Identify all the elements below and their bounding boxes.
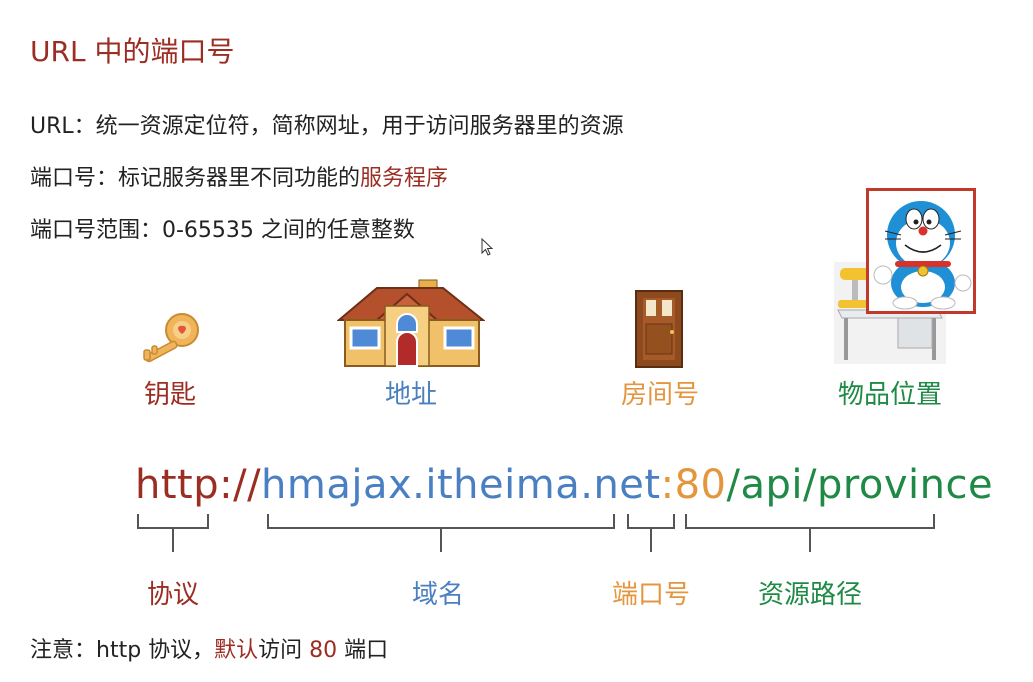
key-icon	[143, 313, 199, 363]
port-definition: 端口号：标记服务器里不同功能的服务程序	[30, 160, 448, 192]
port-brace	[627, 514, 675, 552]
note-port-highlight: 80	[309, 638, 338, 663]
analogy-label-key: 钥匙	[143, 380, 196, 410]
part-label-domain: 域名	[411, 580, 464, 610]
note-prefix: 注意：http 协议，	[30, 638, 215, 663]
analogy-label-address: 地址	[384, 380, 437, 410]
house-icon	[337, 279, 485, 367]
analogy-label-room-number: 房间号	[620, 380, 699, 410]
url-definition: URL：统一资源定位符，简称网址，用于访问服务器里的资源	[30, 114, 624, 139]
mouse-cursor-icon	[481, 238, 494, 256]
url-port: :80	[660, 462, 727, 508]
protocol-brace	[137, 514, 209, 552]
page-title: URL 中的端口号	[30, 35, 235, 68]
port-definition-highlight: 服务程序	[360, 166, 449, 191]
doraemon-icon	[873, 201, 972, 310]
port-definition-text: 端口号：标记服务器里不同功能的	[30, 166, 361, 191]
analogy-label-item-location: 物品位置	[837, 380, 942, 410]
path-brace	[685, 514, 935, 552]
note-suffix: 端口	[337, 638, 389, 663]
part-label-resource-path: 资源路径	[757, 580, 862, 610]
port-range: 端口号范围：0-65535 之间的任意整数	[30, 218, 415, 243]
url-path: /api/province	[726, 462, 994, 508]
part-label-port: 端口号	[611, 580, 690, 610]
domain-brace	[267, 514, 615, 552]
note-default-highlight: 默认	[214, 638, 259, 663]
note: 注意：http 协议，默认访问 80 端口	[30, 632, 388, 664]
url-domain: hmajax.itheima.net	[261, 462, 661, 508]
part-label-protocol: 协议	[146, 580, 199, 610]
example-url: http://hmajax.itheima.net:80/api/provinc…	[135, 462, 993, 508]
url-protocol: http://	[135, 462, 262, 508]
door-icon	[635, 290, 683, 368]
note-middle: 访问	[258, 638, 310, 663]
character-picture	[866, 188, 976, 314]
